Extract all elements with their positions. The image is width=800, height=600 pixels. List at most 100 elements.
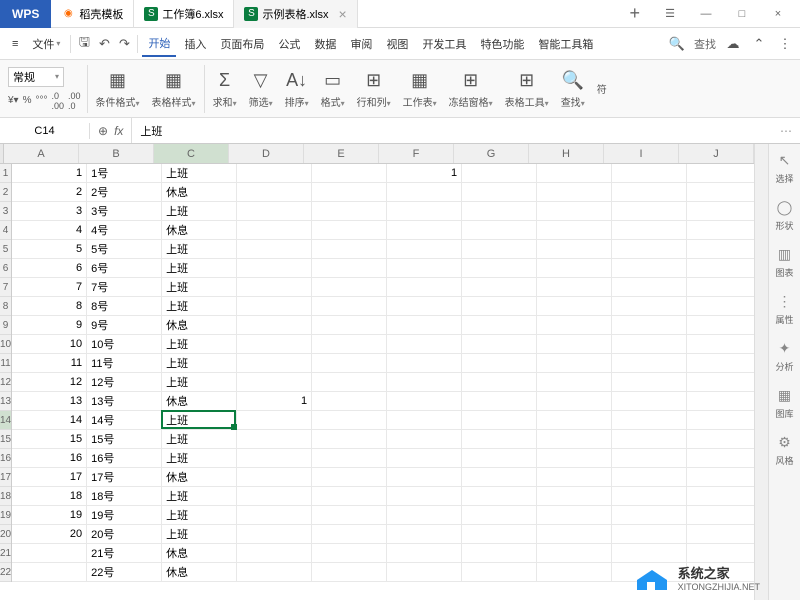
cell[interactable] [387,449,462,468]
cell[interactable] [237,468,312,487]
cell[interactable] [237,183,312,202]
cell[interactable]: 1 [237,392,312,411]
cell[interactable] [312,563,387,582]
side-panel-item[interactable]: ▥图表 [775,244,795,279]
cell[interactable]: 5 [12,240,87,259]
cell[interactable]: 16 [12,449,87,468]
number-format-select[interactable]: 常规▾ [8,67,64,87]
cell[interactable]: 19 [12,506,87,525]
cell[interactable]: 14 [12,411,87,430]
sum-button[interactable]: Σ求和▾ [207,66,243,111]
cell[interactable] [387,468,462,487]
col-header-G[interactable]: G [454,144,529,163]
cell[interactable] [387,278,462,297]
cell[interactable]: 上班 [162,164,237,183]
cell[interactable] [312,392,387,411]
cell[interactable] [312,316,387,335]
cell[interactable] [687,278,754,297]
zoom-icon[interactable]: ⊕ [98,124,108,138]
cell[interactable]: 3号 [87,202,162,221]
cell[interactable] [687,487,754,506]
cell[interactable] [462,392,537,411]
cell[interactable]: 10号 [87,335,162,354]
cell[interactable] [237,278,312,297]
menu-data[interactable]: 数据 [308,32,342,56]
row-header[interactable]: 6 [0,259,11,278]
cell[interactable] [612,240,687,259]
cell[interactable]: 14号 [87,411,162,430]
cell[interactable] [612,259,687,278]
cell[interactable] [237,202,312,221]
cell[interactable]: 上班 [162,259,237,278]
cell[interactable]: 16号 [87,449,162,468]
cell[interactable] [687,316,754,335]
cell[interactable] [462,278,537,297]
row-header[interactable]: 16 [0,449,11,468]
cell[interactable] [237,335,312,354]
cell[interactable] [687,240,754,259]
menu-start[interactable]: 开始 [142,31,176,57]
cell[interactable] [612,202,687,221]
cell[interactable] [237,164,312,183]
cell[interactable] [237,563,312,582]
rowcol-button[interactable]: ⊞行和列▾ [351,66,397,111]
cell[interactable]: 7 [12,278,87,297]
cell[interactable]: 5号 [87,240,162,259]
menu-icon[interactable]: ☰ [656,4,684,24]
cell[interactable] [612,183,687,202]
cell[interactable] [612,392,687,411]
cell[interactable]: 12号 [87,373,162,392]
row-header[interactable]: 9 [0,316,11,335]
cell[interactable] [612,487,687,506]
cell[interactable] [687,221,754,240]
cell[interactable]: 20 [12,525,87,544]
side-panel-item[interactable]: ⋮属性 [775,291,795,326]
cell[interactable] [687,506,754,525]
cell[interactable] [612,468,687,487]
cell[interactable] [537,449,612,468]
currency-button[interactable]: ¥▾ [8,95,19,106]
cell[interactable] [687,335,754,354]
cell[interactable] [387,506,462,525]
cell[interactable]: 上班 [162,525,237,544]
cell[interactable] [687,525,754,544]
cell[interactable] [387,525,462,544]
cell[interactable]: 1 [12,164,87,183]
cell[interactable] [687,183,754,202]
tabletools-button[interactable]: ⊞表格工具▾ [499,66,555,111]
menu-pagelayout[interactable]: 页面布局 [214,32,270,56]
cell[interactable]: 上班 [162,411,237,430]
cell[interactable] [312,164,387,183]
cell[interactable] [537,525,612,544]
cell[interactable] [462,316,537,335]
cell[interactable]: 4 [12,221,87,240]
cell[interactable] [612,297,687,316]
cell[interactable] [537,259,612,278]
cell[interactable]: 2 [12,183,87,202]
cell[interactable] [612,221,687,240]
cell[interactable] [462,468,537,487]
close-button[interactable]: × [764,4,792,24]
cell[interactable] [462,544,537,563]
find-button[interactable]: 🔍查找▾ [555,66,591,111]
cell[interactable]: 8 [12,297,87,316]
sort-button[interactable]: A↓排序▾ [279,66,315,111]
formula-expand[interactable]: ⋯ [772,124,800,138]
cell[interactable] [462,449,537,468]
side-panel-item[interactable]: ✦分析 [775,338,795,373]
cell[interactable]: 17号 [87,468,162,487]
row-header[interactable]: 15 [0,430,11,449]
cell[interactable] [387,202,462,221]
close-icon[interactable]: × [338,6,346,22]
cell[interactable] [387,259,462,278]
cell[interactable] [387,354,462,373]
menu-insert[interactable]: 插入 [178,32,212,56]
cells-grid[interactable]: 11号上班122号休息33号上班44号休息55号上班66号上班77号上班88号上… [12,164,754,582]
tab-template[interactable]: ◉ 稻壳模板 [51,0,134,28]
cell[interactable] [687,373,754,392]
cell[interactable] [537,164,612,183]
cell[interactable] [537,468,612,487]
file-menu[interactable]: 文件▾ [26,32,66,56]
cell[interactable] [312,202,387,221]
cell[interactable] [462,525,537,544]
